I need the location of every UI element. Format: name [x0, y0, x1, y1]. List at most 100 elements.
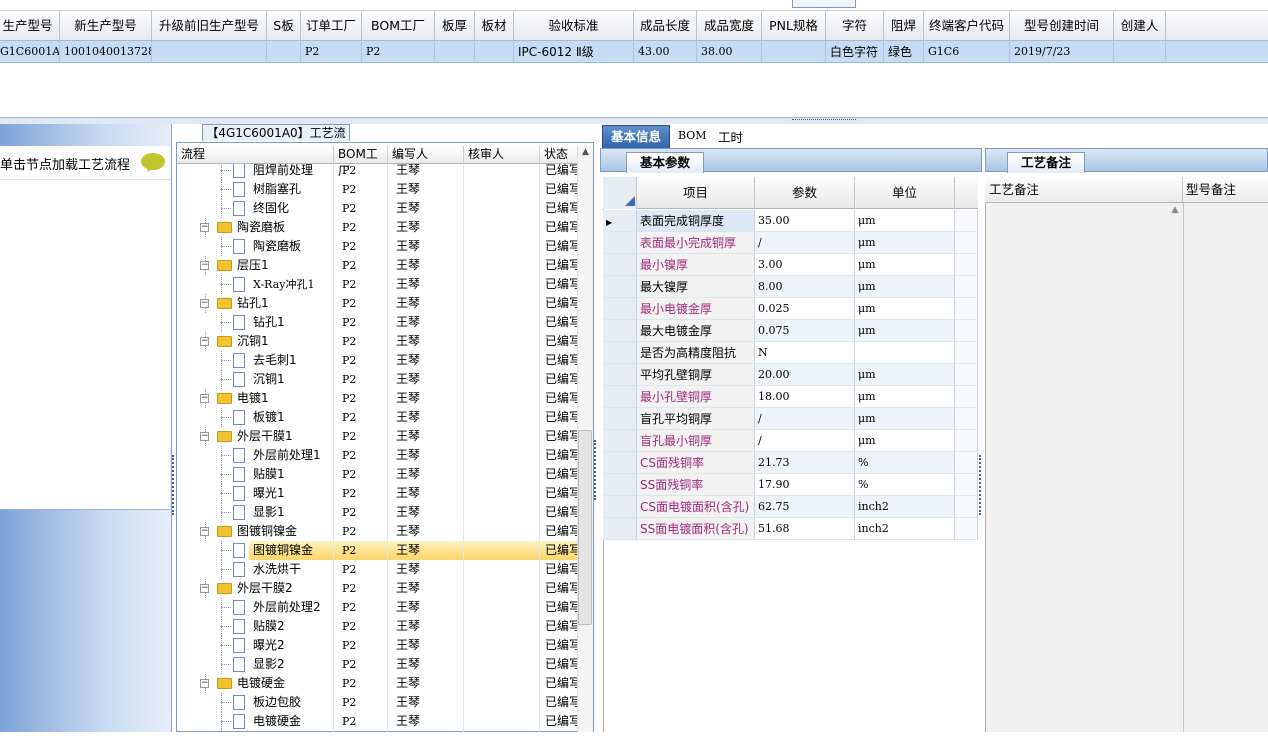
- params-header-unit[interactable]: 单位: [855, 177, 955, 209]
- tree-node-label[interactable]: 板边包胶: [253, 693, 334, 712]
- param-value[interactable]: 51.68: [755, 518, 855, 540]
- model-grid-cell-9[interactable]: 43.00: [634, 41, 697, 63]
- collapse-toggle-icon[interactable]: −: [200, 299, 209, 308]
- param-value[interactable]: 21.73: [755, 452, 855, 474]
- row-header[interactable]: [603, 342, 637, 364]
- tree-row[interactable]: 板边包胶 P2 王琴 已编写: [177, 693, 577, 712]
- params-row[interactable]: CS面残铜率 21.73%: [603, 452, 978, 474]
- notes-scroll-up-icon[interactable]: ▲: [1168, 205, 1182, 219]
- param-value[interactable]: /: [755, 430, 855, 452]
- model-grid-cell-0[interactable]: G1C6001A0: [0, 41, 60, 63]
- tree-row[interactable]: 曝光2 P2 王琴 已编写: [177, 636, 577, 655]
- tree-row[interactable]: 贴膜1 P2 王琴 已编写: [177, 465, 577, 484]
- model-grid-cell-16[interactable]: [1114, 41, 1166, 63]
- model-grid-row-selected[interactable]: G1C6001A010010400137281 P2P2 IPC-6012 Ⅱ级43…: [0, 41, 1268, 63]
- params-row[interactable]: 盲孔最小铜厚 / μm: [603, 430, 978, 452]
- tree-row[interactable]: 去毛刺1 P2 王琴 已编写: [177, 351, 577, 370]
- params-row[interactable]: 平均孔壁铜厚 20.00 μm: [603, 364, 978, 386]
- row-header[interactable]: [603, 474, 637, 496]
- param-value[interactable]: 17.90: [755, 474, 855, 496]
- tree-row[interactable]: − 电镀1 P2 王琴 已编写: [177, 389, 577, 408]
- row-header[interactable]: [603, 364, 637, 386]
- model-grid-header-1[interactable]: 新生产型号: [60, 11, 152, 41]
- param-value[interactable]: 0.075: [755, 320, 855, 342]
- tree-node-label[interactable]: 沉铜1: [253, 370, 334, 389]
- model-grid-cell-10[interactable]: 38.00: [697, 41, 762, 63]
- row-header[interactable]: [603, 254, 637, 276]
- splitter-grip[interactable]: [792, 119, 856, 123]
- model-grid-header-13[interactable]: 阻焊: [884, 11, 924, 41]
- tree-row[interactable]: 显影1 P2 王琴 已编写: [177, 503, 577, 522]
- model-grid-header-2[interactable]: 升级前旧生产型号: [152, 11, 267, 41]
- collapse-toggle-icon[interactable]: −: [200, 584, 209, 593]
- collapse-toggle-icon[interactable]: −: [200, 223, 209, 232]
- model-grid-header-10[interactable]: 成品宽度: [697, 11, 762, 41]
- tree-node-label[interactable]: 显影1: [253, 503, 334, 522]
- model-grid-cell-1[interactable]: 10010400137281: [60, 41, 152, 63]
- model-grid-header-4[interactable]: 订单工厂: [301, 11, 362, 41]
- row-header[interactable]: [603, 386, 637, 408]
- tree-row[interactable]: − 图镀铜镍金 P2 王琴 已编写: [177, 522, 577, 541]
- tree-row[interactable]: 水洗烘干 P2 王琴 已编写: [177, 731, 577, 732]
- param-value[interactable]: 8.00: [755, 276, 855, 298]
- tree-node-label[interactable]: 陶瓷磨板: [237, 218, 334, 237]
- params-row[interactable]: SS面残铜率 17.90%: [603, 474, 978, 496]
- row-header[interactable]: [603, 232, 637, 254]
- tree-node-label[interactable]: 贴膜2: [253, 617, 334, 636]
- tree-row[interactable]: 板镀1 P2 王琴 已编写: [177, 408, 577, 427]
- collapse-button[interactable]: [792, 0, 856, 8]
- collapse-toggle-icon[interactable]: −: [200, 394, 209, 403]
- params-row[interactable]: 最小镍厚 3.00 μm: [603, 254, 978, 276]
- tree-row[interactable]: 钻孔1 P2 王琴 已编写: [177, 313, 577, 332]
- tree-row[interactable]: 电镀硬金 P2 王琴 已编写: [177, 712, 577, 731]
- tree-node-label[interactable]: 终固化: [253, 199, 334, 218]
- tree-header-flow[interactable]: 流程: [177, 146, 334, 164]
- params-row[interactable]: 是否为高精度阻抗 N: [603, 342, 978, 364]
- params-header-value[interactable]: 参数: [755, 177, 855, 209]
- model-grid-cell-12[interactable]: 白色字符: [826, 41, 884, 63]
- model-grid-header-11[interactable]: PNL规格: [762, 11, 826, 41]
- tree-node-label[interactable]: 电镀1: [237, 389, 334, 408]
- tree-node-label[interactable]: 外层前处理1: [253, 446, 334, 465]
- param-value[interactable]: 18.00: [755, 386, 855, 408]
- params-row[interactable]: 最大镍厚 8.00 μm: [603, 276, 978, 298]
- tree-node-label[interactable]: 沉铜1: [237, 332, 334, 351]
- model-grid-header-12[interactable]: 字符: [826, 11, 884, 41]
- tree-row[interactable]: 贴膜2 P2 王琴 已编写: [177, 617, 577, 636]
- collapse-toggle-icon[interactable]: −: [200, 679, 209, 688]
- model-grid-cell-7[interactable]: [475, 41, 514, 63]
- model-grid-cell-2[interactable]: [152, 41, 267, 63]
- tree-node-label[interactable]: 外层干膜1: [237, 427, 334, 446]
- tree-node-label[interactable]: X-Ray冲孔1: [253, 275, 334, 294]
- model-grid-cell-4[interactable]: P2: [301, 41, 362, 63]
- tree-node-label[interactable]: 钻孔1: [237, 294, 334, 313]
- tree-scrollbar-thumb[interactable]: [578, 430, 592, 625]
- params-row[interactable]: CS面电镀面积(含孔) 62.75 inch2: [603, 496, 978, 518]
- tree-header-writer[interactable]: 编写人: [388, 146, 464, 164]
- process-flow-tab[interactable]: 【4G1C6001A0】工艺流程: [202, 124, 350, 156]
- row-header[interactable]: [603, 496, 637, 518]
- tree-node-label[interactable]: 树脂塞孔: [253, 180, 334, 199]
- model-grid-header-3[interactable]: S板: [267, 11, 301, 41]
- notes-header-process[interactable]: 工艺备注: [985, 177, 1183, 203]
- model-grid-cell-11[interactable]: [762, 41, 826, 63]
- tree-node-label[interactable]: 电镀硬金: [237, 674, 334, 693]
- middle-splitter-grip[interactable]: [594, 440, 599, 500]
- tree-row[interactable]: 外层前处理1 P2 王琴 已编写: [177, 446, 577, 465]
- tree-header-bom[interactable]: BOM工厂: [334, 146, 388, 178]
- model-grid-cell-6[interactable]: [435, 41, 475, 63]
- row-header[interactable]: [603, 452, 637, 474]
- model-grid-header-5[interactable]: BOM工厂: [362, 11, 435, 41]
- tree-row[interactable]: − 外层干膜1 P2 王琴 已编写: [177, 427, 577, 446]
- param-value[interactable]: 20.00: [755, 364, 855, 386]
- tree-row[interactable]: X-Ray冲孔1 P2 王琴 已编写: [177, 275, 577, 294]
- tree-row[interactable]: 曝光1 P2 王琴 已编写: [177, 484, 577, 503]
- tree-row[interactable]: − 外层干膜2 P2 王琴 已编写: [177, 579, 577, 598]
- tree-node-label[interactable]: 图镀铜镍金: [253, 541, 334, 560]
- tree-node-label[interactable]: 图镀铜镍金: [237, 522, 334, 541]
- tree-node-label[interactable]: 曝光2: [253, 636, 334, 655]
- tab-process-notes[interactable]: 工艺备注: [1007, 152, 1085, 173]
- model-grid-cell-8[interactable]: IPC-6012 Ⅱ级: [514, 41, 634, 63]
- params-row[interactable]: 最小孔壁铜厚 18.00 μm: [603, 386, 978, 408]
- tab-bom[interactable]: BOM: [678, 129, 707, 142]
